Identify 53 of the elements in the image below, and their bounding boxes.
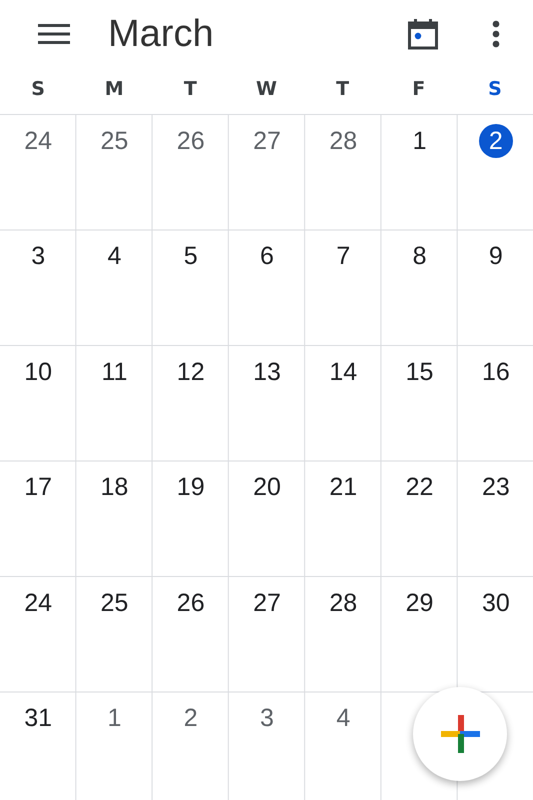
day-number[interactable]: 24: [21, 124, 56, 158]
day-number[interactable]: 11: [97, 355, 132, 389]
month-title[interactable]: March: [108, 12, 408, 56]
weekday-label: S: [488, 78, 502, 100]
day-number[interactable]: 30: [478, 586, 513, 620]
calendar-today-icon[interactable]: [408, 18, 438, 50]
day-number[interactable]: 18: [97, 470, 132, 504]
add-event-button[interactable]: [413, 687, 507, 781]
day-number[interactable]: 1: [402, 124, 437, 158]
weekday-label: M: [104, 78, 124, 100]
day-number[interactable]: 22: [402, 470, 437, 504]
day-number[interactable]: 20: [250, 470, 284, 504]
day-number[interactable]: 9: [478, 240, 513, 274]
day-number[interactable]: 13: [250, 355, 284, 389]
more-options-icon[interactable]: [492, 20, 500, 48]
day-number[interactable]: 27: [250, 124, 284, 158]
day-number[interactable]: 4: [326, 702, 360, 736]
menu-icon[interactable]: [38, 23, 70, 45]
weekday-label: T: [184, 78, 197, 100]
day-number[interactable]: 28: [326, 124, 360, 158]
day-number[interactable]: 2: [174, 702, 208, 736]
day-number[interactable]: 27: [250, 586, 284, 620]
day-number[interactable]: 26: [174, 586, 208, 620]
day-number[interactable]: 25: [97, 586, 132, 620]
plus-icon: [440, 714, 480, 754]
day-number[interactable]: 14: [326, 355, 360, 389]
day-number[interactable]: 21: [326, 470, 360, 504]
day-number[interactable]: 1: [97, 702, 132, 736]
day-number[interactable]: 3: [21, 240, 56, 274]
day-number[interactable]: 23: [478, 470, 513, 504]
day-number[interactable]: 19: [174, 470, 208, 504]
day-number[interactable]: 29: [402, 586, 437, 620]
day-number[interactable]: 4: [97, 240, 132, 274]
day-number[interactable]: 3: [250, 702, 284, 736]
day-number[interactable]: 7: [326, 240, 360, 274]
day-number[interactable]: 2: [478, 124, 513, 158]
day-number[interactable]: 17: [21, 470, 56, 504]
day-number[interactable]: 12: [174, 355, 208, 389]
day-number[interactable]: 6: [250, 240, 284, 274]
day-number[interactable]: 26: [174, 124, 208, 158]
day-number[interactable]: 16: [478, 355, 513, 389]
day-number[interactable]: 28: [326, 586, 360, 620]
day-number[interactable]: 5: [174, 240, 208, 274]
day-number[interactable]: 25: [97, 124, 132, 158]
weekday-label: W: [256, 78, 277, 100]
day-number[interactable]: 8: [402, 240, 437, 274]
day-number[interactable]: 10: [21, 355, 56, 389]
day-number[interactable]: 15: [402, 355, 437, 389]
day-number[interactable]: 24: [21, 586, 56, 620]
weekday-label: F: [412, 78, 426, 100]
weekday-label: S: [31, 78, 45, 100]
weekday-label: T: [336, 78, 350, 100]
day-number[interactable]: 31: [21, 702, 56, 736]
